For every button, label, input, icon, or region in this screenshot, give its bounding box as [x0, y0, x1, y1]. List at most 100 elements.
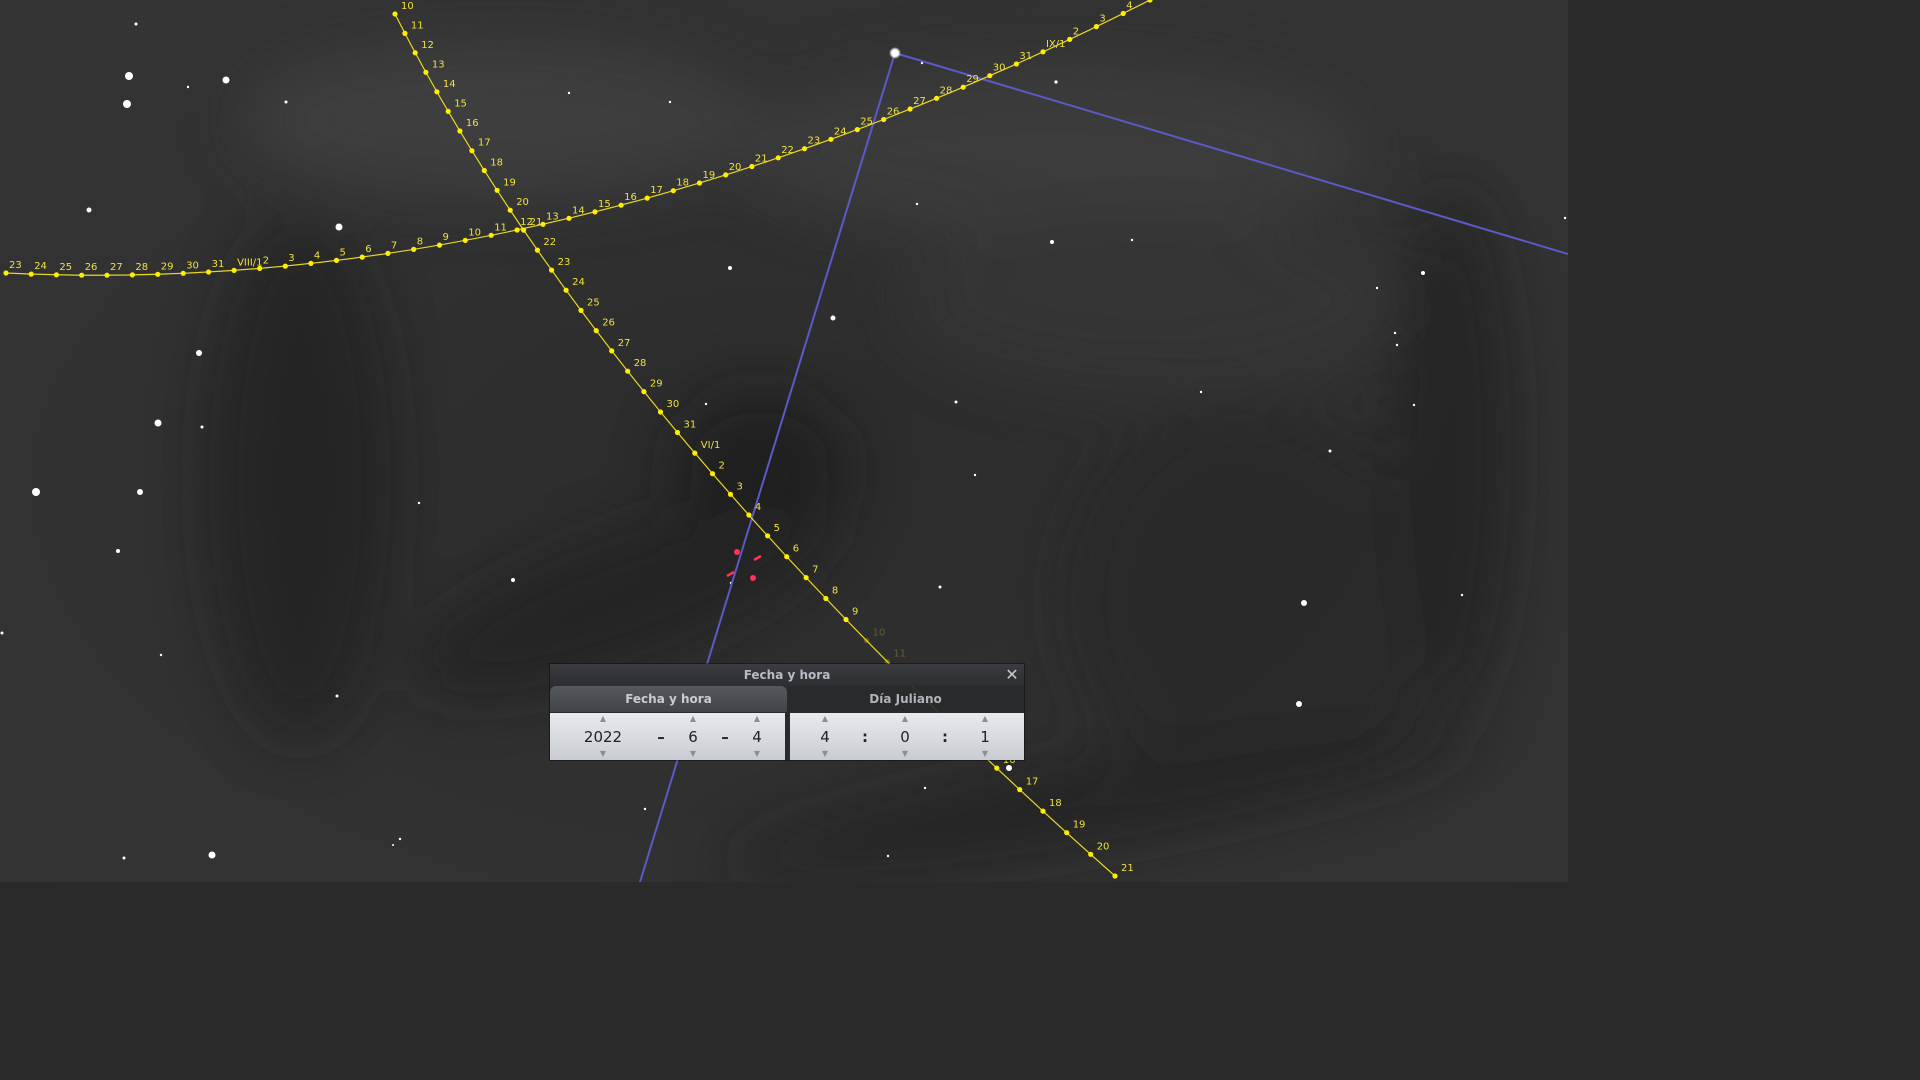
- trail-point[interactable]: [308, 260, 314, 266]
- trail-point[interactable]: [670, 188, 676, 194]
- month-value[interactable]: 6: [680, 726, 706, 748]
- trail-point[interactable]: [445, 108, 451, 114]
- trail-point[interactable]: [609, 348, 615, 354]
- trail-point[interactable]: [784, 554, 790, 560]
- trail-point[interactable]: [593, 328, 599, 334]
- dialog-titlebar[interactable]: Fecha y hora ✕: [550, 664, 1024, 686]
- trail-point[interactable]: [423, 69, 429, 75]
- trail-point[interactable]: [803, 575, 809, 581]
- trail-point[interactable]: [129, 272, 135, 278]
- trail-point[interactable]: [727, 491, 734, 497]
- trail-point[interactable]: [592, 209, 598, 215]
- trail-point[interactable]: [696, 180, 703, 186]
- trail-point[interactable]: [436, 242, 443, 248]
- trail-point[interactable]: [180, 270, 186, 276]
- trail-point[interactable]: [333, 257, 340, 263]
- trail-point[interactable]: [987, 73, 993, 79]
- trail-point[interactable]: [521, 227, 527, 233]
- trail-point[interactable]: [566, 215, 572, 221]
- trail-point[interactable]: [692, 450, 698, 456]
- trail-point[interactable]: [746, 512, 752, 518]
- trail-point[interactable]: [1017, 787, 1023, 793]
- trail-point[interactable]: [709, 471, 716, 477]
- trail-point[interactable]: [392, 11, 398, 17]
- trail-point[interactable]: [231, 267, 237, 273]
- trail-point[interactable]: [641, 389, 647, 395]
- trail-point[interactable]: [749, 163, 755, 170]
- trail-point[interactable]: [549, 267, 555, 273]
- trail-point[interactable]: [863, 638, 870, 644]
- trail-point[interactable]: [457, 128, 463, 134]
- trail-point[interactable]: [385, 250, 391, 256]
- trail-point[interactable]: [960, 84, 966, 90]
- trail-point[interactable]: [934, 95, 940, 101]
- trail-point[interactable]: [644, 195, 650, 201]
- year-up-arrow-icon[interactable]: ▲: [570, 714, 636, 724]
- trail-point[interactable]: [1040, 49, 1046, 55]
- trail-point[interactable]: [625, 368, 631, 374]
- trail-point[interactable]: [494, 187, 500, 193]
- close-icon[interactable]: ✕: [1004, 667, 1020, 683]
- trail-point[interactable]: [1040, 808, 1046, 814]
- tab-dia-juliano[interactable]: Día Juliano: [787, 686, 1024, 712]
- trail-point[interactable]: [1067, 36, 1073, 43]
- trail-point[interactable]: [434, 89, 440, 95]
- trail-point[interactable]: [1064, 830, 1070, 836]
- trail-point[interactable]: [28, 271, 34, 277]
- hour-down-arrow-icon[interactable]: ▼: [812, 749, 838, 759]
- trail-point[interactable]: [801, 146, 808, 152]
- trail-point[interactable]: [412, 50, 418, 56]
- trail-point[interactable]: [775, 155, 781, 161]
- hour-value[interactable]: 4: [812, 726, 838, 748]
- month-down-arrow-icon[interactable]: ▼: [680, 749, 706, 759]
- trail-point[interactable]: [1013, 61, 1020, 67]
- trail-point[interactable]: [578, 307, 584, 313]
- trail-point[interactable]: [618, 202, 624, 208]
- trail-point[interactable]: [1093, 24, 1099, 30]
- trail-point[interactable]: [1120, 10, 1126, 17]
- trail-point[interactable]: [907, 106, 913, 112]
- trail-point[interactable]: [843, 616, 849, 623]
- minute-spinner[interactable]: ▲ 0 ▼: [892, 713, 918, 760]
- trail-point[interactable]: [469, 148, 475, 154]
- trail-point[interactable]: [507, 207, 513, 213]
- trail-point[interactable]: [282, 263, 288, 269]
- trail-point[interactable]: [514, 227, 520, 233]
- hour-up-arrow-icon[interactable]: ▲: [812, 714, 838, 724]
- trail-point[interactable]: [563, 287, 569, 293]
- trail-point[interactable]: [411, 246, 417, 252]
- trail-point[interactable]: [79, 272, 85, 278]
- trail-point[interactable]: [828, 136, 834, 142]
- second-down-arrow-icon[interactable]: ▼: [972, 749, 998, 759]
- minute-down-arrow-icon[interactable]: ▼: [892, 749, 918, 759]
- minute-value[interactable]: 0: [892, 726, 918, 748]
- trail-point[interactable]: [155, 271, 161, 277]
- month-up-arrow-icon[interactable]: ▲: [680, 714, 706, 724]
- day-down-arrow-icon[interactable]: ▼: [744, 749, 770, 759]
- hour-spinner[interactable]: ▲ 4 ▼: [812, 713, 838, 760]
- day-up-arrow-icon[interactable]: ▲: [744, 714, 770, 724]
- second-value[interactable]: 1: [972, 726, 998, 748]
- trail-point[interactable]: [881, 116, 887, 123]
- trail-point[interactable]: [206, 269, 212, 275]
- trail-point[interactable]: [1112, 873, 1118, 879]
- trail-point[interactable]: [765, 533, 771, 539]
- trail-point[interactable]: [674, 429, 681, 436]
- trail-point[interactable]: [462, 237, 468, 243]
- trail-point[interactable]: [823, 595, 829, 602]
- second-up-arrow-icon[interactable]: ▲: [972, 714, 998, 724]
- trail-point[interactable]: [534, 247, 541, 253]
- month-spinner[interactable]: ▲ 6 ▼: [680, 713, 706, 760]
- second-spinner[interactable]: ▲ 1 ▼: [972, 713, 998, 760]
- trail-point[interactable]: [402, 30, 408, 36]
- trail-point[interactable]: [359, 254, 365, 260]
- trail-point[interactable]: [994, 765, 1000, 771]
- minute-up-arrow-icon[interactable]: ▲: [892, 714, 918, 724]
- trail-point[interactable]: [488, 232, 494, 238]
- trail-point[interactable]: [53, 272, 60, 278]
- bright-star[interactable]: [889, 47, 901, 59]
- year-down-arrow-icon[interactable]: ▼: [570, 749, 636, 759]
- trail-point[interactable]: [657, 409, 664, 415]
- trail-point[interactable]: [481, 167, 487, 174]
- day-spinner[interactable]: ▲ 4 ▼: [744, 713, 770, 760]
